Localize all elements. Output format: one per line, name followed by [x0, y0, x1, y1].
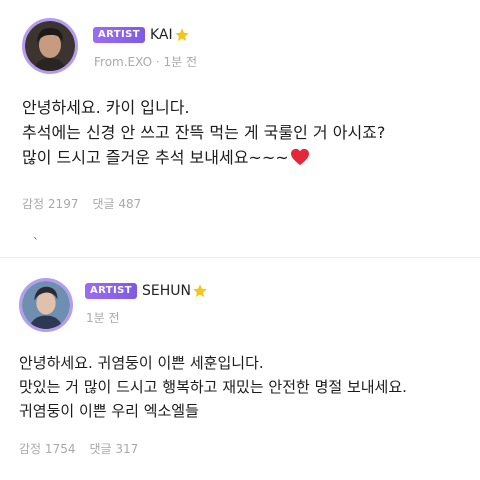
post-time: 1분 전: [163, 55, 198, 69]
comments-count[interactable]: 댓글 487: [92, 195, 141, 212]
avatar[interactable]: [22, 18, 78, 74]
post-meta: From.EXO · 1분 전: [94, 53, 197, 70]
avatar-image: [25, 21, 75, 71]
post-card: ARTIST SEHUN 1분 전 안녕하세요. 귀염둥이 이쁜 세훈입니다. …: [0, 262, 480, 480]
meta-separator: ·: [155, 55, 160, 69]
post-line: 맛있는 거 많이 드시고 행복하고 재밌는 안전한 명절 보내세요.: [19, 378, 407, 396]
heart-icon: [290, 148, 309, 166]
avatar[interactable]: [19, 278, 73, 332]
comments-value: 487: [118, 197, 142, 211]
reactions-value: 2197: [47, 197, 79, 211]
post-divider: [0, 257, 480, 258]
artist-badge: ARTIST: [93, 27, 145, 43]
stray-mark: ˋ: [33, 236, 39, 250]
post-body: 안녕하세요. 카이 입니다. 추석에는 신경 안 쓰고 잔뜩 먹는 게 국룰인 …: [22, 95, 385, 170]
post-time: 1분 전: [86, 311, 120, 325]
post-line: 안녕하세요. 카이 입니다.: [22, 98, 190, 117]
reactions-label: 감정: [22, 197, 45, 211]
comments-label: 댓글: [89, 442, 112, 456]
comments-count[interactable]: 댓글 317: [89, 440, 138, 457]
reactions-label: 감정: [19, 442, 42, 456]
reactions-value: 1754: [44, 442, 76, 456]
post-source: From.EXO: [94, 55, 153, 69]
author-row: ARTIST KAI: [93, 27, 190, 43]
artist-name[interactable]: SEHUN: [142, 283, 191, 299]
comments-value: 317: [115, 442, 139, 456]
star-icon: [193, 284, 207, 297]
post-line-with-heart: 많이 드시고 즐거운 추석 보내세요~~~: [22, 145, 385, 170]
post-stats: 감정 1754 댓글 317: [19, 440, 138, 457]
reactions-count[interactable]: 감정 1754: [19, 440, 75, 457]
artist-badge: ARTIST: [85, 283, 137, 299]
post-line: 추석에는 신경 안 쓰고 잔뜩 먹는 게 국룰인 거 아시죠?: [22, 123, 386, 142]
star-icon: [174, 28, 189, 41]
post-line: 귀염둥이 이쁜 우리 엑소엘들: [19, 402, 199, 420]
author-row: ARTIST SEHUN: [85, 283, 208, 299]
artist-name[interactable]: KAI: [150, 27, 173, 43]
post-line: 안녕하세요. 귀염둥이 이쁜 세훈입니다.: [19, 354, 264, 372]
post-card: ARTIST KAI From.EXO · 1분 전 안녕하세요. 카이 입니다…: [0, 0, 480, 232]
avatar-image: [22, 281, 70, 329]
comments-label: 댓글: [92, 197, 115, 211]
post-stats: 감정 2197 댓글 487: [22, 195, 141, 212]
post-meta: 1분 전: [86, 309, 120, 326]
post-body: 안녕하세요. 귀염둥이 이쁜 세훈입니다. 맛있는 거 많이 드시고 행복하고 …: [19, 351, 407, 423]
reactions-count[interactable]: 감정 2197: [22, 195, 78, 212]
post-line: 많이 드시고 즐거운 추석 보내세요~~~: [22, 148, 289, 167]
